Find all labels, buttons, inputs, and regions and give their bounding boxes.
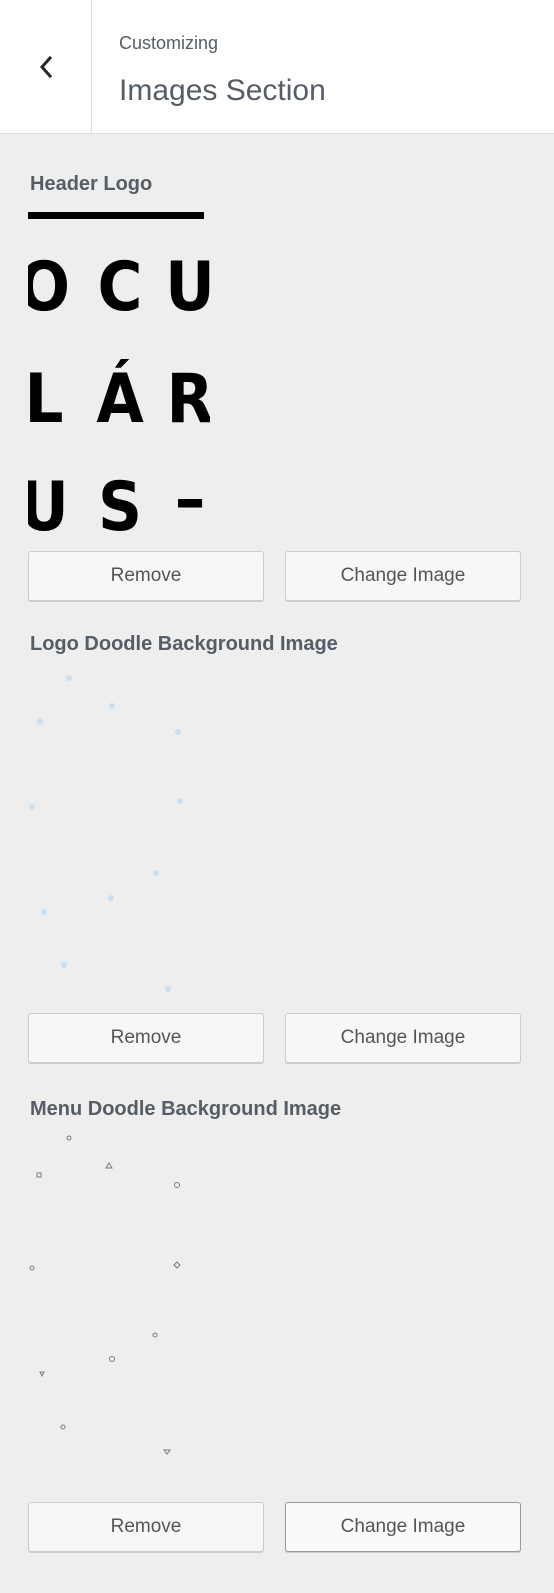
back-button[interactable] [0, 0, 92, 134]
chevron-left-icon [39, 55, 52, 79]
menu-doodle-change-image-button[interactable]: Change Image [285, 1502, 521, 1552]
logo-letter-1: O [28, 248, 70, 327]
menu-doodle-remove-button[interactable]: Remove [28, 1502, 264, 1552]
menu-doodle-image [29, 1135, 181, 1455]
logo-letter-5: Á [96, 359, 144, 439]
logo-doodle-label: Logo Doodle Background Image [30, 633, 338, 655]
breadcrumb: Customizing [119, 33, 219, 53]
logo-letter-9: – [175, 460, 206, 532]
logo-doodle-change-image-button[interactable]: Change Image [285, 1013, 521, 1063]
section-title: Images Section [119, 74, 326, 107]
logo-letter-3: U [165, 248, 210, 327]
logo-letter-4: L [28, 360, 63, 439]
logo-letter-8: S [98, 468, 142, 532]
logo-letter-7: U [28, 468, 69, 532]
menu-doodle-label: Menu Doodle Background Image [30, 1098, 342, 1120]
logo-doodle-remove-button[interactable]: Remove [28, 1013, 264, 1063]
header-logo-label: Header Logo [30, 173, 153, 195]
logo-doodle-image [29, 675, 183, 992]
header-logo-remove-button[interactable]: Remove [28, 551, 264, 601]
header-logo-image: O C U L Á R U S – [28, 212, 210, 532]
customizer-header: Customizing Images Section [0, 0, 554, 134]
logo-letter-2: C [98, 248, 143, 327]
logo-letter-6: R [166, 360, 210, 439]
header-logo-change-image-button[interactable]: Change Image [285, 551, 521, 601]
